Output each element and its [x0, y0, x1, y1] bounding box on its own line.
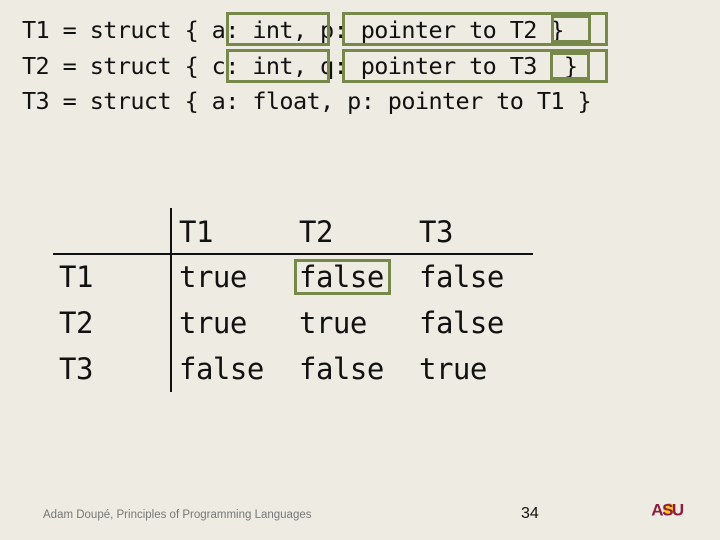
highlight-box-t1-t2-cell: [294, 259, 391, 295]
table-cell: true: [419, 352, 487, 386]
table-cell: false: [179, 352, 264, 386]
highlight-box-t2-field-c: [226, 49, 330, 83]
col-header-t1: T1: [179, 215, 213, 249]
row-header-t1: T1: [59, 260, 93, 294]
highlight-box-t1-target-t2: [551, 15, 591, 43]
table-cell: false: [419, 260, 504, 294]
code-line-t3: T3 = struct { a: float, p: pointer to T1…: [22, 87, 592, 115]
asu-logo-icon: ASU: [651, 501, 684, 519]
table-horizontal-divider: [53, 253, 533, 255]
highlight-box-t1-field-a: [226, 12, 330, 46]
table-cell: false: [419, 306, 504, 340]
table-cell: true: [179, 306, 247, 340]
table-cell: true: [299, 306, 367, 340]
col-header-t2: T2: [299, 215, 333, 249]
highlight-box-t2-target-t3: [550, 52, 590, 80]
page-number: 34: [521, 505, 539, 522]
table-cell: false: [299, 352, 384, 386]
footer-author-course: Adam Doupé, Principles of Programming La…: [43, 509, 312, 521]
row-header-t3: T3: [59, 352, 93, 386]
col-header-t3: T3: [419, 215, 453, 249]
table-vertical-divider: [170, 208, 172, 392]
logo-text: ASU: [651, 501, 684, 519]
table-cell: true: [179, 260, 247, 294]
row-header-t2: T2: [59, 306, 93, 340]
